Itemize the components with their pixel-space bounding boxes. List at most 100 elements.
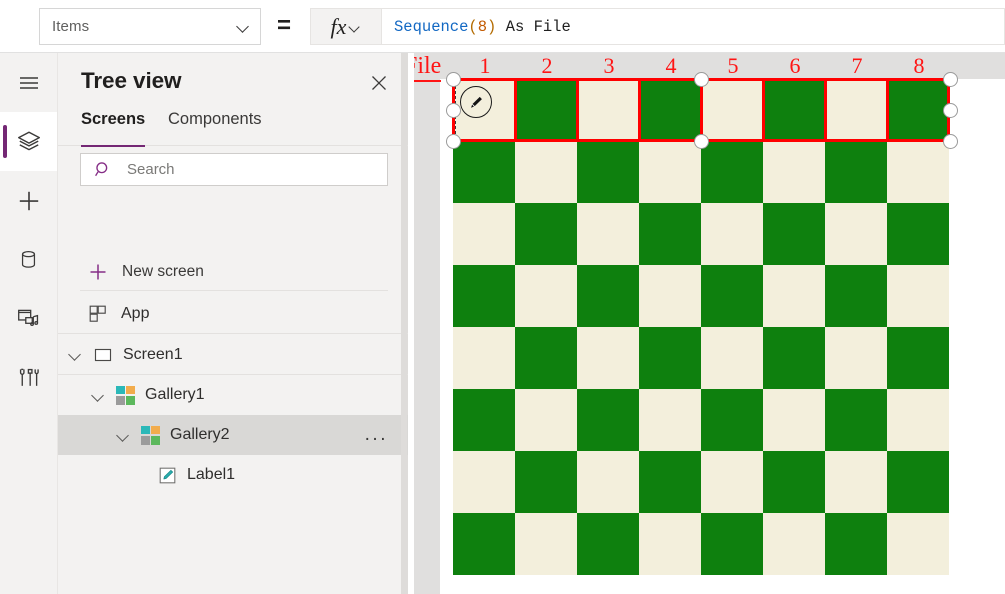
board-square[interactable] (639, 265, 701, 327)
node-overflow-menu-button[interactable]: ... (365, 430, 388, 440)
board-square[interactable] (701, 79, 763, 141)
board-square[interactable] (825, 265, 887, 327)
label-icon (158, 466, 177, 485)
board-square[interactable] (639, 513, 701, 575)
board-square[interactable] (701, 141, 763, 203)
board-square[interactable] (577, 327, 639, 389)
gallery-chessboard[interactable] (453, 79, 949, 575)
board-square[interactable] (825, 513, 887, 575)
board-square[interactable] (453, 203, 515, 265)
resize-handle-top-center[interactable] (694, 72, 709, 87)
resize-handle-bottom-right[interactable] (943, 134, 958, 149)
board-square[interactable] (825, 451, 887, 513)
board-square[interactable] (763, 79, 825, 141)
board-square[interactable] (515, 451, 577, 513)
board-square[interactable] (701, 327, 763, 389)
rail-item-tree-view[interactable] (0, 112, 57, 171)
board-square[interactable] (701, 389, 763, 451)
board-square[interactable] (639, 327, 701, 389)
search-input[interactable] (125, 160, 369, 179)
tab-components[interactable]: Components (168, 108, 262, 147)
board-square[interactable] (453, 389, 515, 451)
close-button[interactable] (365, 69, 393, 97)
board-square[interactable] (515, 389, 577, 451)
board-square[interactable] (701, 513, 763, 575)
board-square[interactable] (763, 265, 825, 327)
board-square[interactable] (577, 265, 639, 327)
board-square[interactable] (763, 389, 825, 451)
board-square[interactable] (701, 451, 763, 513)
tab-screens[interactable]: Screens (81, 108, 145, 147)
board-square[interactable] (453, 513, 515, 575)
rail-item-media[interactable] (0, 289, 57, 348)
board-square[interactable] (639, 79, 701, 141)
board-square[interactable] (515, 513, 577, 575)
board-square[interactable] (639, 203, 701, 265)
board-square[interactable] (639, 451, 701, 513)
chevron-down-icon[interactable] (91, 388, 106, 403)
board-square[interactable] (577, 203, 639, 265)
board-square[interactable] (701, 265, 763, 327)
board-square[interactable] (577, 79, 639, 141)
board-square[interactable] (887, 451, 949, 513)
board-square[interactable] (825, 389, 887, 451)
board-square[interactable] (577, 451, 639, 513)
tree-node-screen1[interactable]: Screen1 (58, 335, 408, 375)
board-square[interactable] (887, 203, 949, 265)
board-square[interactable] (515, 203, 577, 265)
resize-handle-middle-left[interactable] (446, 103, 461, 118)
edit-gallery-badge[interactable] (460, 86, 492, 118)
board-square[interactable] (515, 265, 577, 327)
resize-handle-top-right[interactable] (943, 72, 958, 87)
board-square[interactable] (887, 513, 949, 575)
rail-item-data[interactable] (0, 230, 57, 289)
board-square[interactable] (887, 265, 949, 327)
tree-node-gallery1[interactable]: Gallery1 (58, 375, 408, 415)
board-square[interactable] (763, 327, 825, 389)
new-screen-button[interactable]: New screen (80, 253, 388, 291)
rail-item-tools[interactable] (0, 348, 57, 407)
board-square[interactable] (577, 389, 639, 451)
chevron-down-icon[interactable] (68, 347, 83, 362)
board-square[interactable] (763, 203, 825, 265)
board-square[interactable] (887, 141, 949, 203)
board-square[interactable] (887, 79, 949, 141)
board-square[interactable] (763, 451, 825, 513)
board-square[interactable] (763, 141, 825, 203)
board-square[interactable] (453, 327, 515, 389)
resize-handle-bottom-center[interactable] (694, 134, 709, 149)
board-square[interactable] (639, 389, 701, 451)
rail-item-menu[interactable] (0, 53, 57, 112)
resize-handle-top-left[interactable] (446, 72, 461, 87)
tree-node-app[interactable]: App (58, 294, 408, 334)
tree-panel-scrollbar[interactable] (401, 53, 407, 594)
board-square[interactable] (825, 327, 887, 389)
board-square[interactable] (763, 513, 825, 575)
formula-token-number: 8 (478, 18, 487, 36)
board-square[interactable] (515, 79, 577, 141)
rail-item-insert[interactable] (0, 171, 57, 230)
board-square[interactable] (825, 79, 887, 141)
tree-node-gallery2[interactable]: Gallery2 ... (58, 415, 408, 455)
board-square[interactable] (887, 327, 949, 389)
fx-button[interactable]: fx (310, 8, 382, 45)
board-square[interactable] (453, 265, 515, 327)
board-square[interactable] (453, 141, 515, 203)
property-dropdown[interactable]: Items (39, 8, 261, 45)
board-square[interactable] (515, 141, 577, 203)
board-square[interactable] (825, 203, 887, 265)
formula-input[interactable]: Sequence(8) As File (382, 8, 1005, 45)
resize-handle-bottom-left[interactable] (446, 134, 461, 149)
board-square[interactable] (701, 203, 763, 265)
tree-node-label1[interactable]: Label1 (58, 455, 408, 495)
board-square[interactable] (639, 141, 701, 203)
resize-handle-middle-right[interactable] (943, 103, 958, 118)
board-square[interactable] (577, 141, 639, 203)
board-square[interactable] (515, 327, 577, 389)
board-square[interactable] (825, 141, 887, 203)
board-square[interactable] (453, 451, 515, 513)
board-square[interactable] (577, 513, 639, 575)
chevron-down-icon[interactable] (116, 428, 131, 443)
board-square[interactable] (887, 389, 949, 451)
search-box[interactable] (80, 153, 388, 186)
